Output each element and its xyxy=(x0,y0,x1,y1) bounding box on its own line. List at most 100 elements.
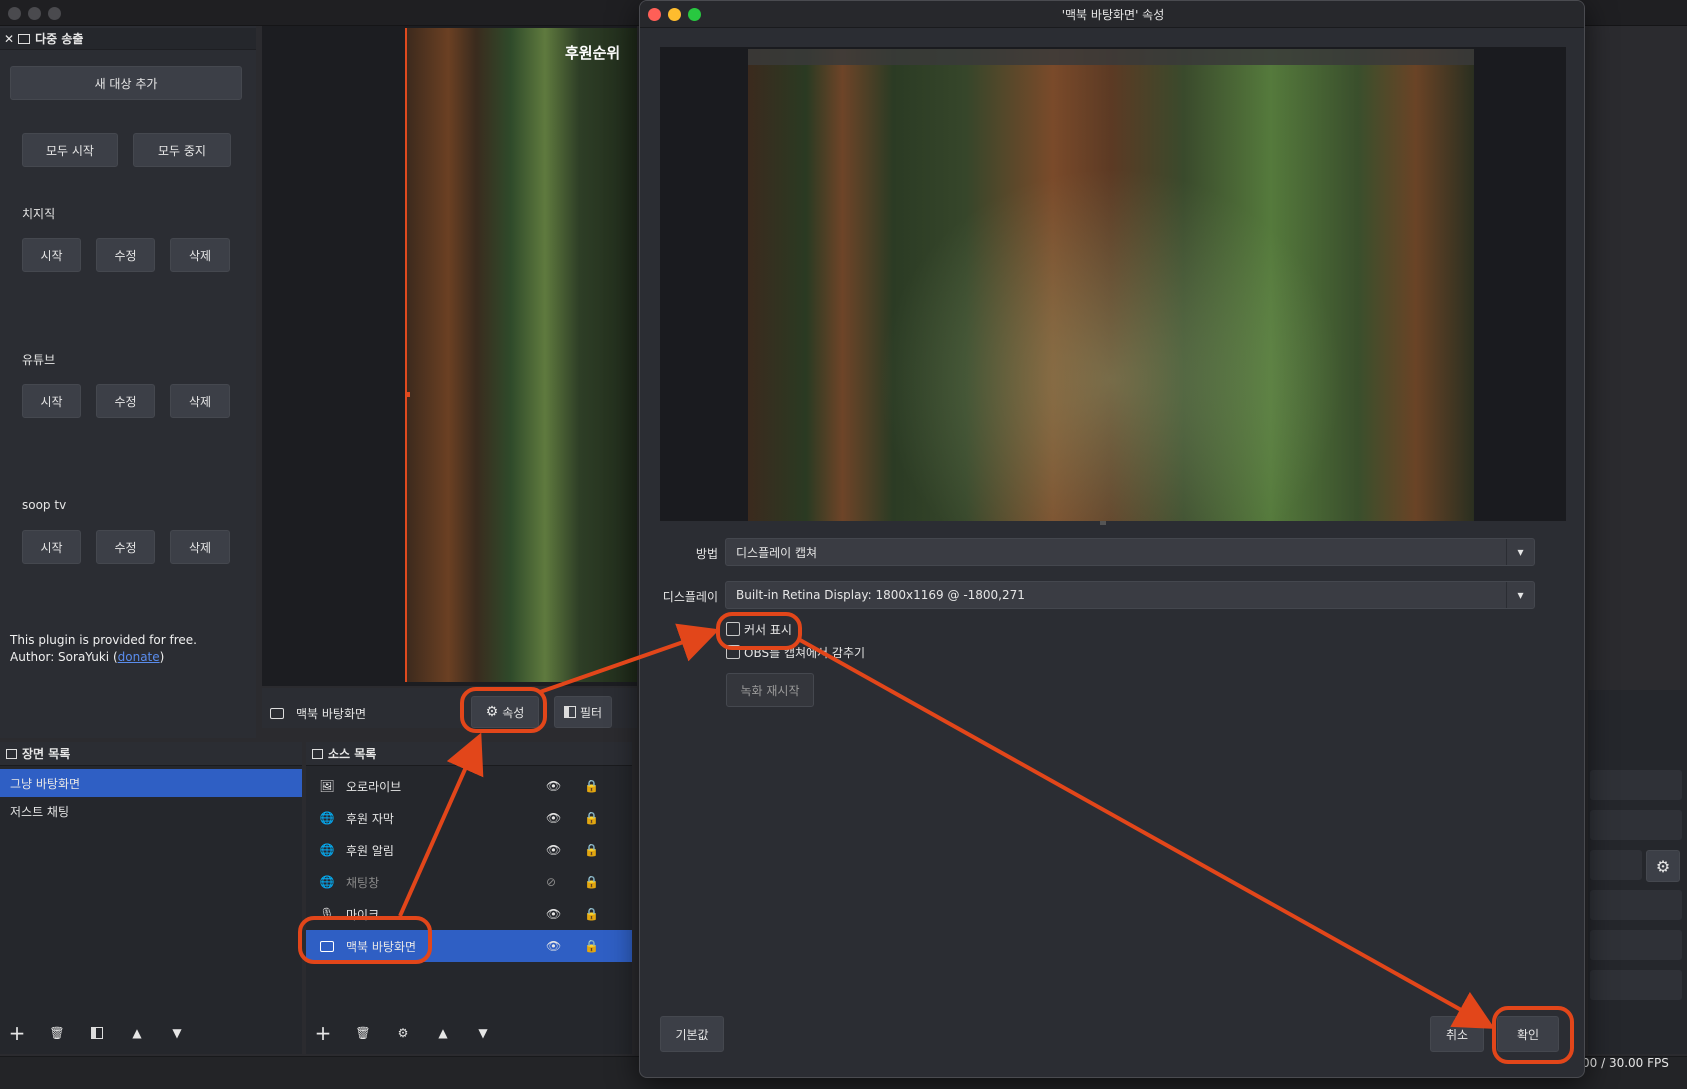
scene-item[interactable]: 저스트 채팅 xyxy=(0,797,302,825)
settings-gear-button[interactable]: ⚙ xyxy=(1646,850,1680,882)
mic-icon: 🎙 xyxy=(319,907,335,921)
transform-handle[interactable] xyxy=(405,392,410,397)
preview-image xyxy=(405,28,637,682)
dialog-close-button[interactable] xyxy=(648,8,661,21)
add-icon[interactable]: + xyxy=(6,1021,28,1045)
dialog-title: '맥북 바탕화면' 속성 xyxy=(1061,7,1165,22)
properties-label: 속성 xyxy=(502,705,525,720)
source-item[interactable]: 🌐 후원 자막 👁 🔒 xyxy=(306,802,632,834)
globe-icon: 🌐 xyxy=(319,843,335,857)
window-icon xyxy=(312,748,323,759)
control-field[interactable] xyxy=(1590,810,1682,840)
properties-button[interactable]: ⚙ 속성 xyxy=(471,696,539,728)
display-label: 디스플레이 xyxy=(662,590,718,604)
group-youtube-delete-button[interactable]: 삭제 xyxy=(170,384,230,418)
properties-dialog: '맥북 바탕화면' 속성 방법 디스플레이 캡쳐 ▾ 디스플레이 Built-i… xyxy=(639,0,1585,1078)
source-label: 후원 알림 xyxy=(346,843,394,858)
source-item[interactable]: 맥북 바탕화면 👁 🔒 xyxy=(306,930,632,962)
filter-icon[interactable] xyxy=(86,1022,108,1044)
show-cursor-checkbox[interactable] xyxy=(726,622,740,636)
group-chzzk-start-button[interactable]: 시작 xyxy=(22,238,81,272)
eye-icon[interactable]: 👁 xyxy=(546,907,561,921)
image-icon: 🖼 xyxy=(319,779,335,793)
dialog-minimize-button[interactable] xyxy=(668,8,681,21)
method-label: 방법 xyxy=(695,547,718,561)
dialog-titlebar: '맥북 바탕화면' 속성 xyxy=(640,1,1584,28)
sources-dock: 소스 목록 🖼 오로라이브 👁 🔒 🌐 후원 자막 👁 🔒 🌐 후원 알림 👁 … xyxy=(306,742,632,1054)
dialog-zoom-button[interactable] xyxy=(688,8,701,21)
filters-button[interactable]: 필터 xyxy=(554,696,612,728)
window-zoom-button[interactable] xyxy=(48,7,61,20)
restart-capture-button[interactable]: 녹화 재시작 xyxy=(726,673,814,707)
source-label: 오로라이브 xyxy=(346,779,402,794)
chevron-down-icon[interactable]: ▼ xyxy=(472,1022,494,1044)
group-youtube-start-button[interactable]: 시작 xyxy=(22,384,81,418)
group-soop-start-button[interactable]: 시작 xyxy=(22,530,81,564)
chevron-down-icon[interactable]: ▼ xyxy=(166,1022,188,1044)
source-label: 후원 자막 xyxy=(346,811,394,826)
group-chzzk-edit-button[interactable]: 수정 xyxy=(96,238,155,272)
gear-icon: ⚙ xyxy=(1655,856,1671,876)
window-icon xyxy=(6,748,17,759)
close-icon[interactable]: ✕ xyxy=(4,32,14,46)
group-youtube-edit-button[interactable]: 수정 xyxy=(96,384,155,418)
add-icon[interactable]: + xyxy=(312,1021,334,1045)
cancel-button[interactable]: 취소 xyxy=(1430,1016,1484,1052)
lock-icon[interactable]: 🔒 xyxy=(584,939,599,953)
group-soop-delete-button[interactable]: 삭제 xyxy=(170,530,230,564)
control-field[interactable] xyxy=(1590,890,1682,920)
group-label-chzzk: 치지직 xyxy=(22,207,56,221)
plugin-note: This plugin is provided for free. Author… xyxy=(10,632,197,666)
display-value: Built-in Retina Display: 1800x1169 @ -18… xyxy=(736,588,1025,602)
start-all-button[interactable]: 모두 시작 xyxy=(22,133,118,167)
source-item[interactable]: 🎙 마이크 👁 🔒 xyxy=(306,898,632,930)
toolbar-source-name: 맥북 바탕화면 xyxy=(296,707,367,721)
lock-icon[interactable]: 🔒 xyxy=(584,779,599,793)
group-soop-edit-button[interactable]: 수정 xyxy=(96,530,155,564)
globe-icon: 🌐 xyxy=(319,811,335,825)
plugin-author: Author: SoraYuki ( xyxy=(10,650,118,664)
control-field[interactable] xyxy=(1590,970,1682,1000)
method-select[interactable]: 디스플레이 캡쳐 ▾ xyxy=(725,538,1535,566)
source-label: 채팅창 xyxy=(346,875,380,890)
eye-icon[interactable]: 👁 xyxy=(546,939,561,953)
gear-icon[interactable]: ⚙ xyxy=(392,1022,414,1044)
eye-hidden-icon[interactable]: ⊘ xyxy=(546,875,556,889)
chevron-down-icon: ▾ xyxy=(1506,539,1534,565)
splitter-handle[interactable] xyxy=(1100,521,1106,525)
lock-icon[interactable]: 🔒 xyxy=(584,811,599,825)
lock-icon[interactable]: 🔒 xyxy=(584,907,599,921)
globe-icon: 🌐 xyxy=(319,875,335,889)
hide-obs-checkbox[interactable] xyxy=(726,645,740,659)
eye-icon[interactable]: 👁 xyxy=(546,779,561,793)
source-item[interactable]: 🖼 오로라이브 👁 🔒 xyxy=(306,770,632,802)
stop-all-button[interactable]: 모두 중지 xyxy=(133,133,231,167)
display-icon xyxy=(318,937,336,955)
fps-readout: 00 / 30.00 FPS xyxy=(1582,1056,1669,1070)
eye-icon[interactable]: 👁 xyxy=(546,843,561,857)
control-field[interactable] xyxy=(1590,770,1682,800)
eye-icon[interactable]: 👁 xyxy=(546,811,561,825)
method-value: 디스플레이 캡쳐 xyxy=(736,545,818,560)
source-item[interactable]: 🌐 채팅창 ⊘ 🔒 xyxy=(306,866,632,898)
show-cursor-label: 커서 표시 xyxy=(744,623,792,637)
source-item[interactable]: 🌐 후원 알림 👁 🔒 xyxy=(306,834,632,866)
add-target-button[interactable]: 새 대상 추가 xyxy=(10,66,242,100)
group-chzzk-delete-button[interactable]: 삭제 xyxy=(170,238,230,272)
window-close-button[interactable] xyxy=(8,7,21,20)
lock-icon[interactable]: 🔒 xyxy=(584,843,599,857)
control-field[interactable] xyxy=(1590,930,1682,960)
scene-item[interactable]: 그냥 바탕화면 xyxy=(0,769,302,797)
trash-icon[interactable]: 🗑 xyxy=(352,1022,374,1044)
group-label-youtube: 유튜브 xyxy=(22,353,56,367)
control-field[interactable] xyxy=(1590,850,1642,880)
window-minimize-button[interactable] xyxy=(28,7,41,20)
display-select[interactable]: Built-in Retina Display: 1800x1169 @ -18… xyxy=(725,581,1535,609)
donate-link[interactable]: donate xyxy=(118,650,160,664)
lock-icon[interactable]: 🔒 xyxy=(584,875,599,889)
chevron-up-icon[interactable]: ▲ xyxy=(432,1022,454,1044)
defaults-button[interactable]: 기본값 xyxy=(660,1016,724,1052)
chevron-up-icon[interactable]: ▲ xyxy=(126,1022,148,1044)
ok-button[interactable]: 확인 xyxy=(1497,1016,1559,1052)
trash-icon[interactable]: 🗑 xyxy=(46,1022,68,1044)
